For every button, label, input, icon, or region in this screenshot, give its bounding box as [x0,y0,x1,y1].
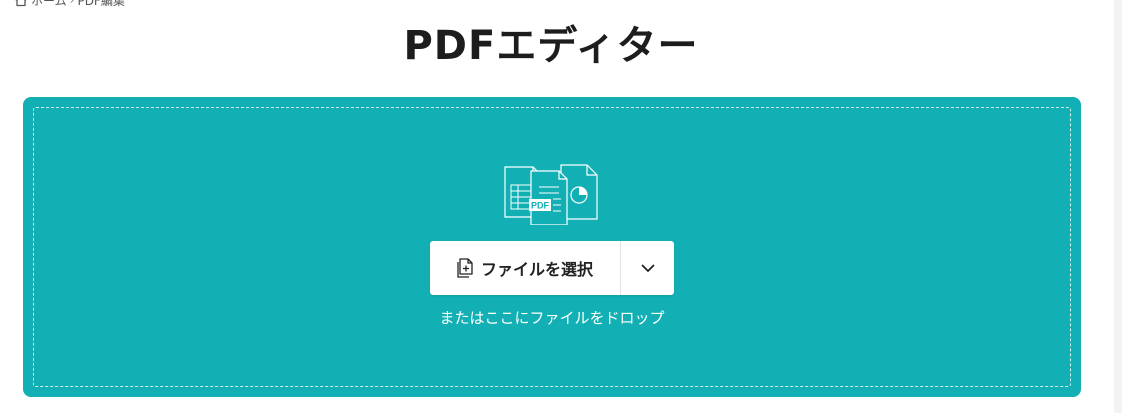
upload-button-group: ファイルを選択 [430,241,674,295]
chevron-down-icon [641,264,655,273]
documents-pdf-illustration: PDF [503,163,601,225]
file-dropzone[interactable]: PDF ファイルを選択 またはここにファイルをドロップ [23,97,1081,397]
breadcrumb-separator: › [69,0,75,7]
drop-hint-text: またはここにファイルをドロップ [439,309,665,327]
more-upload-options-button[interactable] [621,241,674,295]
breadcrumb-home-link[interactable]: ホーム [31,0,67,9]
page: ホーム › PDF編集 PDFエディター PDF ファイルを選択 またはここにフ… [0,0,1122,413]
page-scrollbar[interactable] [1114,0,1122,413]
page-title: PDFエディター [403,23,699,69]
breadcrumb-current: PDF編集 [77,0,125,8]
pdf-badge-label: PDF [531,201,550,211]
breadcrumb: ホーム › PDF編集 [14,0,125,8]
choose-file-label: ファイルを選択 [480,260,593,279]
add-file-icon [457,258,473,278]
choose-file-button[interactable]: ファイルを選択 [430,241,621,295]
home-icon[interactable] [14,0,28,7]
